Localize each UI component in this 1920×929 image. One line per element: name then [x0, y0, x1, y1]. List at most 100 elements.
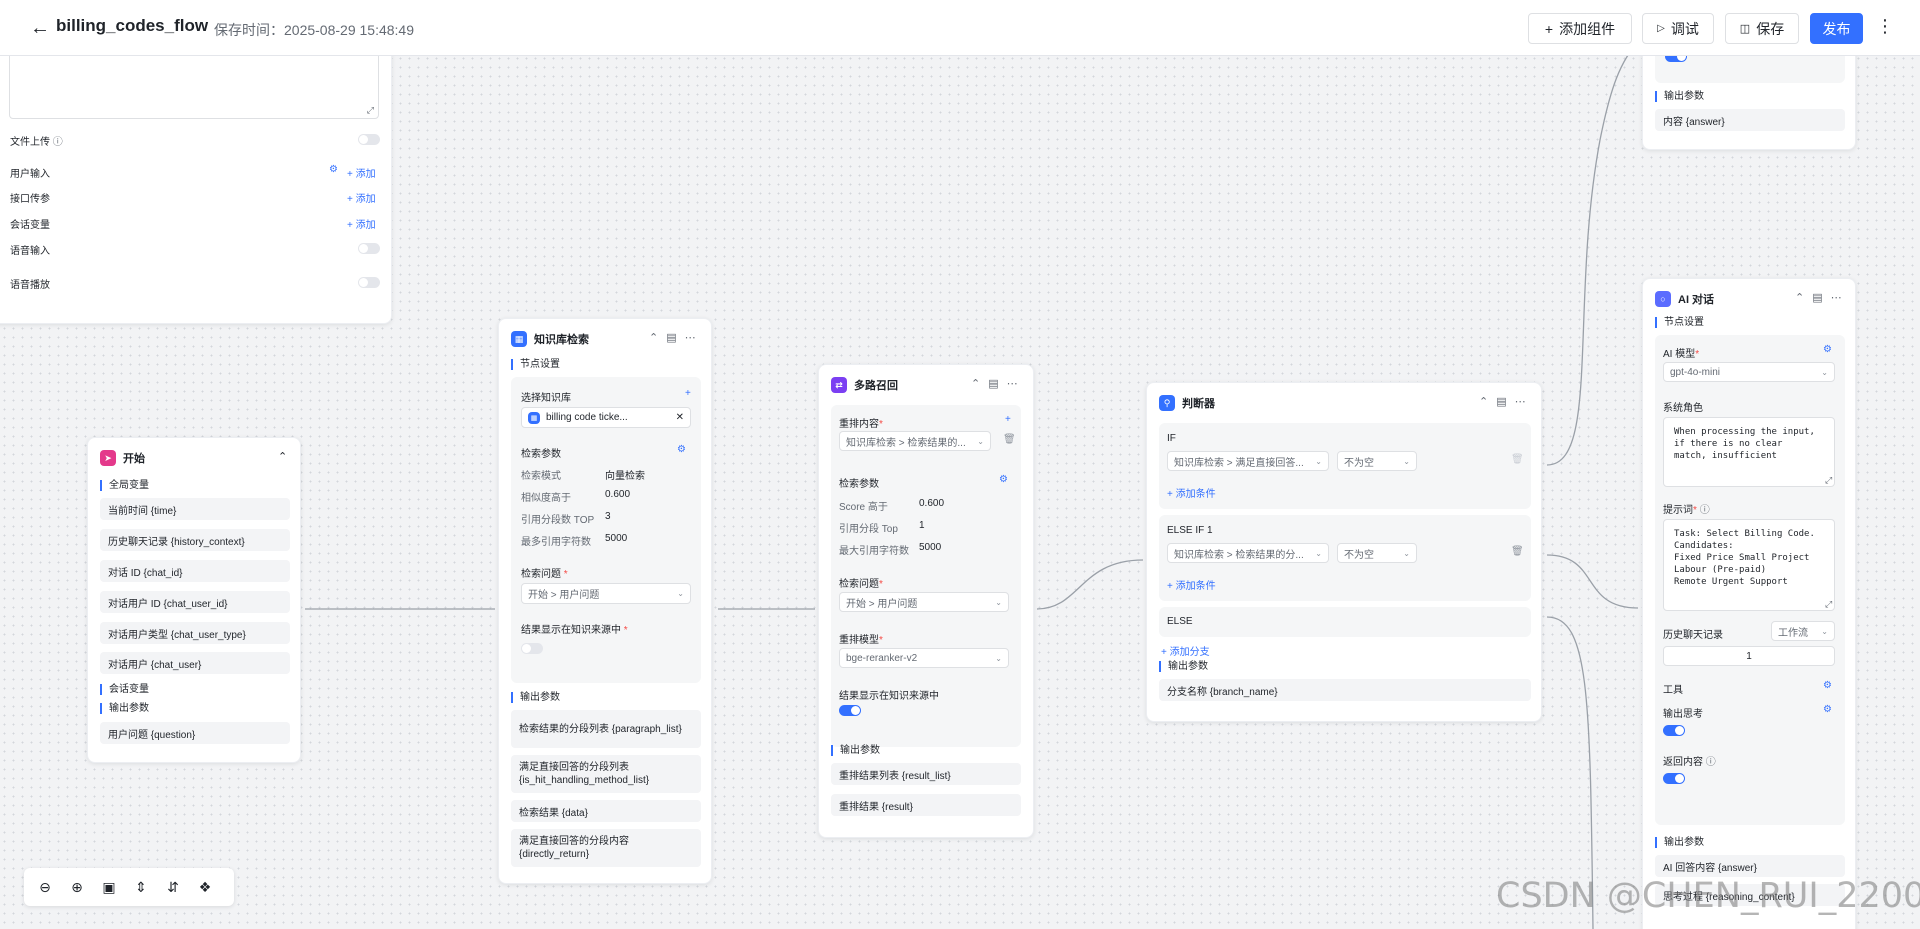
ai-chat-icon: ○	[1655, 291, 1671, 307]
rerank-model-select[interactable]: bge-reranker-v2 ⌄	[839, 648, 1009, 668]
chart-icon[interactable]: ▤	[1812, 291, 1822, 304]
output-params-title: 输出参数	[100, 703, 149, 714]
more-icon[interactable]: ⋯	[1831, 291, 1842, 304]
show-source-toggle[interactable]	[839, 705, 861, 716]
question-label: 检索问题*	[839, 579, 883, 590]
ai-settings-panel: AI 模型* ⚙ gpt-4o-mini ⌄ 系统角色 When processi…	[1655, 335, 1845, 825]
prompt-textarea[interactable]: Task: Select Billing Code. Candidates: F…	[1663, 519, 1835, 611]
settings-panel: ⤢ 文件上传 ⓘ 用户输入 ⚙ + 添加 接口传参 + 添加 会话变量 + 添加…	[0, 40, 392, 324]
question-select[interactable]: 开始 > 用户问题 ⌄	[521, 583, 691, 604]
output-thinking-toggle[interactable]	[1663, 725, 1685, 736]
zoom-out-icon[interactable]: ⊖	[36, 878, 54, 896]
fit-view-icon[interactable]: ▣	[100, 878, 118, 896]
output-item: 重排结果列表 {result_list}	[831, 763, 1021, 785]
rerank-node-title: 多路召回	[854, 380, 898, 392]
delete-icon[interactable]: 🗑	[1511, 546, 1524, 557]
elseif-variable-select[interactable]: 知识库检索 > 检索结果的分... ⌄	[1167, 543, 1329, 563]
start-node-icon: ➤	[100, 450, 116, 466]
expand-all-icon[interactable]: ⇵	[164, 878, 182, 896]
add-kb-button[interactable]: +	[685, 388, 691, 399]
session-vars-add-button[interactable]: + 添加	[347, 216, 376, 231]
add-component-button[interactable]: + 添加组件	[1528, 13, 1632, 44]
search-params-gear-icon[interactable]: ⚙	[677, 444, 686, 455]
voice-playback-toggle[interactable]	[358, 277, 380, 288]
ai-model-gear-icon[interactable]: ⚙	[1823, 344, 1832, 355]
rerank-content-label: 重排内容*	[839, 419, 883, 430]
ai-chat-node[interactable]: ○ AI 对话 ⌃ ▤ ⋯ 节点设置 AI 模型* ⚙ gpt-4o-mini ⌄…	[1642, 278, 1856, 929]
collapse-chevron-icon[interactable]: ⌃	[1795, 291, 1804, 304]
kb-chip[interactable]: ▦ billing code ticke... ✕	[521, 407, 691, 428]
if-variable-select[interactable]: 知识库检索 > 满足直接回答... ⌄	[1167, 451, 1329, 471]
more-icon[interactable]: ⋯	[1007, 377, 1018, 390]
debug-button[interactable]: ▷ 调试	[1642, 13, 1714, 44]
rerank-params-panel: 检索参数 ⚙ Score 高于 0.600 引用分段 Top 1 最大引用字符数…	[831, 465, 1021, 747]
voice-input-toggle[interactable]	[358, 243, 380, 254]
judge-node[interactable]: ⚲ 判断器 ⌃ ▤ ⋯ IF 知识库检索 > 满足直接回答... ⌄ 不为空 ⌄ 🗑…	[1146, 382, 1542, 722]
output-item: 满足直接回答的分段列表 {is_hit_handling_method_list…	[511, 755, 701, 793]
elseif-condition-select[interactable]: 不为空 ⌄	[1337, 543, 1417, 563]
zoom-in-icon[interactable]: ⊕	[68, 878, 86, 896]
start-node[interactable]: ➤ 开始 ⌃ 全局变量 当前时间 {time} 历史聊天记录 {history_…	[87, 437, 301, 763]
tools-gear-icon[interactable]: ⚙	[1823, 680, 1832, 691]
more-icon[interactable]: ⋯	[1515, 395, 1526, 408]
close-icon[interactable]: ✕	[676, 412, 684, 423]
collapse-all-icon[interactable]: ⇕	[132, 878, 150, 896]
auto-layout-icon[interactable]: ❖	[196, 878, 214, 896]
output-thinking-gear-icon[interactable]: ⚙	[1823, 704, 1832, 715]
rerank-content-select[interactable]: 知识库检索 > 检索结果的... ⌄	[839, 431, 991, 451]
delete-icon[interactable]: 🗑	[1511, 454, 1524, 465]
chart-icon[interactable]: ▤	[988, 377, 998, 390]
add-branch-button[interactable]: + 添加分支	[1161, 643, 1210, 658]
more-icon[interactable]: ⋯	[685, 331, 696, 344]
collapse-chevron-icon[interactable]: ⌃	[278, 450, 287, 463]
expand-icon[interactable]: ⤢	[1825, 475, 1832, 486]
output-item: AI 回答内容 {answer}	[1655, 855, 1845, 877]
chart-icon[interactable]: ▤	[666, 331, 676, 344]
judge-node-title: 判断器	[1182, 398, 1215, 410]
select-kb-label: 选择知识库	[521, 393, 571, 404]
output-params-title: 输出参数	[1159, 661, 1208, 672]
add-content-button[interactable]: +	[1005, 414, 1011, 425]
plus-icon: +	[1544, 20, 1554, 37]
search-params-gear-icon[interactable]: ⚙	[999, 474, 1008, 485]
publish-button[interactable]: 发布	[1810, 13, 1863, 44]
ai-model-select[interactable]: gpt-4o-mini ⌄	[1663, 362, 1835, 382]
output-item: 分支名称 {branch_name}	[1159, 679, 1531, 701]
user-input-label: 用户输入	[10, 169, 50, 180]
chart-icon[interactable]: ▤	[1496, 395, 1506, 408]
kb-icon: ▦	[528, 411, 540, 424]
expand-icon[interactable]: ⤢	[1825, 599, 1832, 610]
node-settings-title: 节点设置	[511, 359, 560, 370]
add-condition-button[interactable]: + 添加条件	[1167, 577, 1216, 592]
file-upload-toggle[interactable]	[358, 134, 380, 145]
node-settings-title: 节点设置	[1655, 317, 1704, 328]
chevron-down-icon: ⌄	[677, 589, 684, 598]
search-params-label: 检索参数	[521, 449, 561, 460]
kb-search-node[interactable]: ▦ 知识库检索 ⌃ ▤ ⋯ 节点设置 选择知识库 + ▦ billing code…	[498, 318, 712, 884]
list-item: 对话用户 {chat_user}	[100, 652, 290, 674]
user-input-add-button[interactable]: + 添加	[347, 165, 376, 180]
collapse-chevron-icon[interactable]: ⌃	[1479, 395, 1488, 408]
return-content-toggle[interactable]	[1663, 773, 1685, 784]
history-count-stepper[interactable]: 1	[1663, 646, 1835, 666]
api-params-add-button[interactable]: + 添加	[347, 190, 376, 205]
rerank-node[interactable]: ⇄ 多路召回 ⌃ ▤ ⋯ 重排内容* + 知识库检索 > 检索结果的... ⌄ 🗑…	[818, 364, 1034, 838]
param-key: 检索模式	[521, 471, 561, 482]
collapse-chevron-icon[interactable]: ⌃	[971, 377, 980, 390]
save-button[interactable]: ◫ 保存	[1725, 13, 1799, 44]
show-source-toggle[interactable]	[521, 643, 543, 654]
user-input-gear-icon[interactable]: ⚙	[329, 164, 338, 175]
history-mode-select[interactable]: 工作流 ⌄	[1771, 621, 1835, 641]
more-vertical-icon[interactable]: ⋮	[1876, 16, 1894, 37]
prompt-textarea[interactable]: ⤢	[9, 49, 379, 119]
delete-icon[interactable]: 🗑	[1003, 434, 1016, 445]
question-select[interactable]: 开始 > 用户问题 ⌄	[839, 592, 1009, 612]
add-condition-button[interactable]: + 添加条件	[1167, 485, 1216, 500]
expand-icon[interactable]: ⤢	[367, 105, 374, 116]
collapse-chevron-icon[interactable]: ⌃	[649, 331, 658, 344]
back-arrow-icon[interactable]: ←	[30, 18, 50, 38]
list-item: 对话用户 ID {chat_user_id}	[100, 591, 290, 613]
if-condition-select[interactable]: 不为空 ⌄	[1337, 451, 1417, 471]
system-role-textarea[interactable]: When processing the input, if there is n…	[1663, 417, 1835, 487]
ai-node-title: AI 对话	[1678, 294, 1715, 306]
